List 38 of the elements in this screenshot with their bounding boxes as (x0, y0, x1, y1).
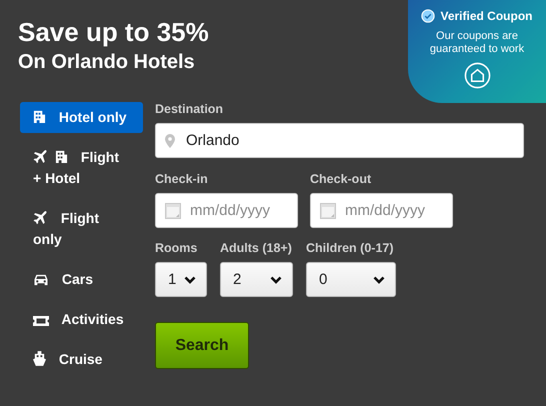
ship-icon (33, 351, 46, 366)
coupon-text: Our coupons are guaranteed to work (428, 30, 526, 56)
destination-field[interactable]: Orlando (155, 123, 524, 158)
nav-tab[interactable]: Flight only (20, 203, 143, 255)
nav-tab[interactable]: Activities (20, 304, 143, 335)
verified-icon (421, 9, 436, 23)
nav-tab[interactable]: Cars (20, 264, 143, 295)
calendar-icon (165, 202, 181, 218)
nav-tab[interactable]: Flight + Hotel (20, 142, 143, 194)
house-icon (464, 62, 490, 89)
nav-tab[interactable]: Hotel only (20, 102, 143, 133)
date-field[interactable]: mm/dd/yyyy (310, 193, 453, 228)
select-field[interactable]: 0 (306, 262, 396, 297)
headline: Save up to 35% (18, 17, 209, 47)
select-field[interactable]: 1 (155, 262, 207, 297)
field-label: Destination (155, 102, 224, 116)
ticket-icon (33, 316, 49, 326)
subheadline: On Orlando Hotels (18, 50, 196, 75)
field-label: Rooms (155, 241, 198, 255)
select-field[interactable]: 2 (220, 262, 293, 297)
chevron-down-icon (373, 276, 385, 284)
date-field[interactable]: mm/dd/yyyy (155, 193, 298, 228)
car-icon (33, 273, 49, 286)
nav-tab[interactable]: Cruise (20, 344, 143, 375)
chevron-down-icon (184, 276, 196, 284)
coupon-title: Verified Coupon (440, 9, 532, 23)
building-icon (33, 109, 46, 124)
calendar-icon (320, 202, 336, 218)
field-label: Check-out (310, 172, 372, 186)
building-icon (55, 149, 68, 164)
search-button[interactable]: Search (155, 322, 249, 369)
location-pin-icon (165, 134, 175, 148)
plane-icon (33, 149, 48, 164)
field-label: Adults (18+) (220, 241, 293, 255)
plane-icon (33, 210, 48, 225)
chevron-down-icon (270, 276, 282, 284)
field-label: Children (0-17) (306, 241, 395, 255)
field-label: Check-in (155, 172, 209, 186)
